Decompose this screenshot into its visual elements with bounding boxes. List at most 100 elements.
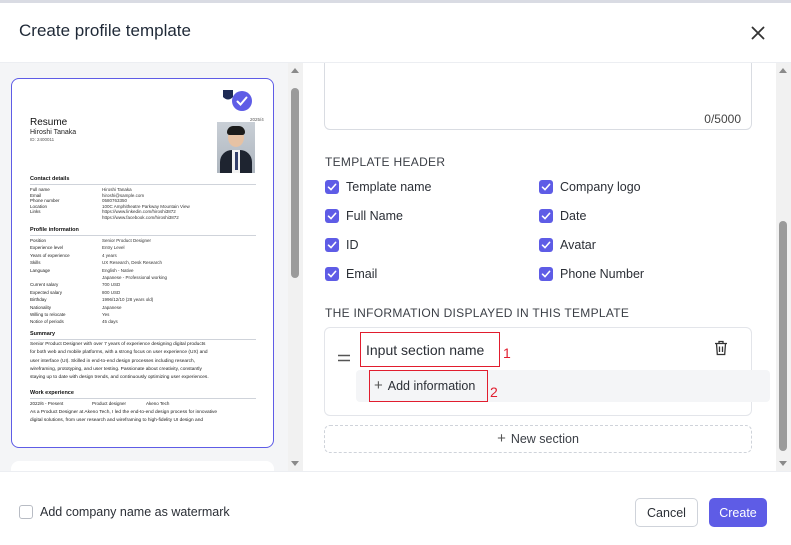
preview-row-value: 45 days [102, 319, 118, 325]
preview-row-key: Current salary [30, 282, 59, 288]
checkbox-checked-icon[interactable] [539, 180, 553, 194]
template-preview-pane[interactable]: Resume Hiroshi Tanaka ID: 2400011 2025/4… [0, 63, 288, 471]
divider [30, 235, 256, 236]
modal-title: Create profile template [19, 21, 191, 40]
divider [30, 339, 256, 340]
preview-row-key: Full name [30, 187, 50, 192]
preview-row-value: https://www.linkedin.com/hiroshi3872 [102, 209, 176, 215]
plus-icon: + [497, 430, 506, 447]
create-template-modal: Create profile template Resume Hiroshi T… [0, 3, 791, 545]
checkbox-checked-icon[interactable] [539, 267, 553, 281]
preview-row-value: UX Research, Desk Research [102, 260, 163, 266]
preview-row-value: 800 USD [102, 289, 121, 295]
contact-heading: Contact details [30, 176, 70, 182]
create-button[interactable]: Create [709, 498, 767, 527]
checkbox-checked-icon[interactable] [325, 180, 339, 194]
preview-row-key: Birthday [30, 297, 47, 303]
scroll-up-icon[interactable] [779, 68, 787, 73]
preview-row-value: Yes [102, 312, 110, 317]
preview-row-key: Notice of periods [30, 319, 64, 325]
preview-row-key: Expected salary [30, 289, 63, 295]
cancel-button[interactable]: Cancel [635, 498, 698, 527]
preview-row-key: Willing to relocate [30, 312, 66, 317]
work-heading: Work experience [30, 390, 74, 396]
work-role: Product designer [92, 401, 127, 406]
resume-title: Resume [30, 117, 68, 128]
template-header-label: TEMPLATE HEADER [325, 155, 446, 169]
watermark-checkbox[interactable] [19, 505, 33, 519]
divider [30, 398, 256, 399]
preview-row-value: English - Native [102, 267, 134, 273]
resume-name: Hiroshi Tanaka [30, 129, 77, 136]
checkbox-checked-icon[interactable] [325, 267, 339, 281]
preview-row-value: Hiroshi Tanaka [102, 187, 132, 192]
selected-check-icon [232, 91, 252, 111]
work-period: 2022/6 - Present [30, 401, 64, 406]
checkbox-checked-icon[interactable] [325, 209, 339, 223]
resume-id: ID: 2400011 [30, 137, 55, 142]
char-count: 0/5000 [704, 112, 741, 126]
description-textarea[interactable]: 0/5000 [324, 63, 752, 130]
preview-row-key: Location [30, 203, 48, 209]
summary-heading: Summary [30, 331, 56, 337]
checkbox-full-name[interactable]: Full Name [325, 208, 403, 224]
preview-row-value: 4 years [102, 252, 117, 258]
scroll-up-icon[interactable] [291, 68, 299, 73]
trash-icon[interactable] [714, 340, 728, 356]
preview-row-value: Entry Level [102, 245, 125, 251]
preview-row-key: Years of experience [30, 252, 70, 258]
info-section-label: THE INFORMATION DISPLAYED IN THIS TEMPLA… [325, 306, 630, 320]
watermark-label: Add company name as watermark [40, 505, 230, 519]
section-name-input[interactable] [360, 332, 500, 367]
checkbox-id[interactable]: ID [325, 237, 359, 253]
editor-scrollbar[interactable] [776, 63, 791, 471]
preview-row-key: Email [30, 192, 42, 198]
preview-row-key: Experience level [30, 245, 64, 251]
scroll-thumb[interactable] [291, 88, 299, 278]
scroll-thumb[interactable] [779, 221, 787, 451]
checkbox-phone-number[interactable]: Phone Number [539, 266, 644, 282]
preview-row-value: hiroshi@sample.com [102, 192, 145, 198]
preview-row-value: 0580763350 [102, 198, 128, 204]
preview-row-key: Nationality [30, 304, 52, 310]
drag-handle-icon[interactable] [338, 349, 350, 362]
annotation-marker-1: 1 [503, 345, 511, 361]
summary-text: Senior Product Designer with over 7 year… [30, 342, 209, 381]
plus-icon: + [374, 377, 383, 394]
add-information-button[interactable]: + Add information [369, 370, 488, 402]
preview-row-value: https://www.facebook.com/hiroshi3872 [102, 215, 179, 220]
profile-heading: Profile information [30, 227, 79, 233]
preview-row-value: Japanese - Professional working [102, 275, 168, 280]
checkbox-avatar[interactable]: Avatar [539, 237, 596, 253]
resume-preview-card[interactable]: Resume Hiroshi Tanaka ID: 2400011 2025/4… [11, 78, 274, 448]
modal-header: Create profile template [0, 3, 791, 63]
checkbox-checked-icon[interactable] [325, 238, 339, 252]
work-description: As a Product Designer at Akeno Tech, I l… [30, 410, 218, 424]
checkbox-email[interactable]: Email [325, 266, 377, 282]
preview-scrollbar[interactable] [288, 63, 303, 471]
modal-footer: Add company name as watermark Cancel Cre… [0, 471, 791, 545]
divider [30, 184, 256, 185]
scroll-down-icon[interactable] [291, 461, 299, 466]
checkbox-checked-icon[interactable] [539, 238, 553, 252]
close-icon[interactable] [746, 21, 770, 45]
preview-row-key: Skills [30, 260, 41, 266]
preview-row-value: 1996/12/10 (28 years old) [102, 297, 154, 303]
preview-row-key: Position [30, 238, 47, 243]
new-section-button[interactable]: + New section [324, 425, 752, 453]
checkbox-template-name[interactable]: Template name [325, 179, 431, 195]
preview-row-value: Japanese [102, 304, 122, 310]
checkbox-company-logo[interactable]: Company logo [539, 179, 641, 195]
annotation-marker-2: 2 [490, 384, 498, 400]
checkbox-date[interactable]: Date [539, 208, 586, 224]
preview-row-value: 100C Amphitheatre Parkway Mountain View [102, 203, 190, 209]
scroll-down-icon[interactable] [779, 461, 787, 466]
preview-row-key: Links [30, 209, 41, 215]
checkbox-checked-icon[interactable] [539, 209, 553, 223]
info-section-card: 1 + Add information 2 [324, 327, 770, 416]
preview-row-value: 700 USD [102, 282, 121, 288]
preview-row-key: Language [30, 267, 51, 273]
modal-body: Resume Hiroshi Tanaka ID: 2400011 2025/4… [0, 63, 791, 471]
preview-row-value: Senior Product Designer [102, 238, 152, 243]
template-card[interactable] [11, 461, 274, 471]
